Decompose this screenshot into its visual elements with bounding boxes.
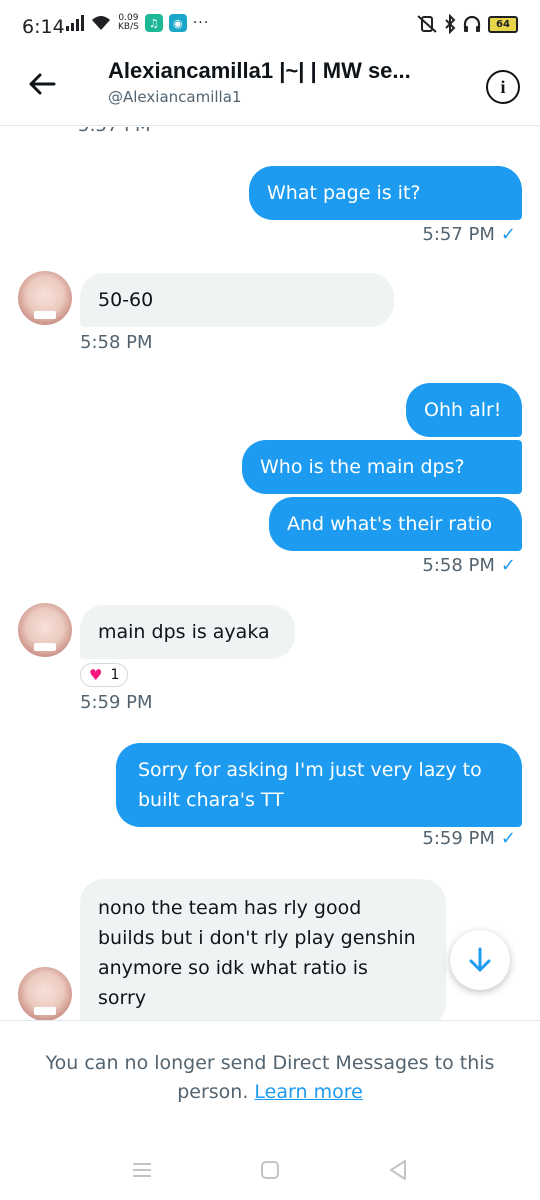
avatar[interactable] — [18, 603, 72, 657]
message-text: 50-60 — [98, 289, 154, 311]
system-navigation-bar — [0, 1140, 540, 1200]
home-icon[interactable] — [256, 1156, 284, 1184]
message-text: What page is it? — [267, 182, 421, 204]
arrow-down-icon — [469, 947, 491, 972]
sent-check-icon: ✓ — [500, 828, 516, 849]
message-text-line: nono the team has rly good — [98, 897, 362, 919]
info-icon[interactable]: i — [486, 70, 520, 104]
message-text-line: built chara's TT — [138, 789, 284, 811]
conversation-title[interactable]: Alexiancamilla1 |~| | MW se... — [108, 58, 411, 84]
app-notification-icon: ♫ — [144, 14, 163, 32]
outgoing-message[interactable]: Who is the main dps? — [242, 440, 522, 494]
outgoing-message[interactable]: And what's their ratio — [269, 497, 522, 551]
status-right-icons: 64 — [416, 14, 518, 34]
message-list[interactable]: 5:57 PM What page is it? 5:57 PM✓ 50-60 … — [0, 127, 540, 1020]
more-notifications-icon: ··· — [192, 15, 210, 31]
message-time: 5:59 PM ✓ — [422, 828, 516, 849]
incoming-message[interactable]: main dps is ayaka — [80, 605, 295, 659]
outgoing-message[interactable]: What page is it? — [249, 166, 522, 220]
conversation-header: Alexiancamilla1 |~| | MW se... @Alexianc… — [0, 52, 540, 126]
message-time: 5:59 PM — [80, 692, 153, 713]
back-arrow-icon[interactable] — [26, 68, 58, 100]
sent-check-icon: ✓ — [500, 224, 516, 245]
avatar[interactable] — [18, 967, 72, 1020]
learn-more-link[interactable]: Learn more — [254, 1081, 362, 1103]
reaction-badge[interactable]: ♥ 1 — [80, 663, 129, 687]
app-notification-icon-2: ◉ — [168, 14, 187, 32]
notice-line: You can no longer send Direct Messages t… — [45, 1052, 495, 1074]
vibrate-off-icon — [417, 15, 437, 33]
message-text-line: anymore so idk what ratio is — [98, 957, 368, 979]
message-text: main dps is ayaka — [98, 621, 270, 643]
back-icon[interactable] — [384, 1156, 412, 1184]
status-bar: 6:14 0.09 KB/S ♫ ◉ ··· 64 — [0, 0, 540, 52]
message-text: Who is the main dps? — [260, 456, 465, 478]
time-text: 5:57 PM — [422, 224, 495, 245]
message-time: 5:57 PM ✓ — [422, 224, 516, 245]
sent-check-icon: ✓ — [500, 555, 516, 576]
bluetooth-icon — [445, 14, 456, 34]
headphones-icon — [463, 15, 481, 32]
wifi-icon — [92, 16, 110, 30]
outgoing-message[interactable]: Sorry for asking I'm just very lazy to bu… — [116, 743, 522, 827]
signal-icon — [66, 15, 84, 31]
incoming-message[interactable]: nono the team has rly good builds but i d… — [80, 879, 446, 1020]
conversation-handle[interactable]: @Alexiancamilla1 — [108, 88, 241, 106]
speed-unit: KB/S — [118, 22, 139, 32]
reaction-count: 1 — [110, 667, 120, 683]
scroll-to-bottom-button[interactable] — [450, 930, 510, 990]
message-text-line: Sorry for asking I'm just very lazy to — [138, 759, 482, 781]
notice-line: person. — [177, 1081, 249, 1103]
message-time: 5:58 PM — [80, 332, 153, 353]
message-time-cut: 5:57 PM — [78, 127, 151, 136]
battery-icon: 64 — [488, 15, 518, 33]
message-text-line: builds but i don't rly play genshin — [98, 927, 416, 949]
menu-icon[interactable] — [128, 1156, 156, 1184]
heart-icon: ♥ — [89, 666, 103, 684]
message-text-line: sorry — [98, 987, 147, 1009]
notice-text: You can no longer send Direct Messages t… — [0, 1021, 540, 1107]
message-text: Ohh alr! — [424, 399, 502, 421]
message-time: 5:58 PM ✓ — [422, 555, 516, 576]
incoming-message[interactable]: 50-60 — [80, 273, 394, 327]
status-time: 6:14 — [22, 16, 65, 38]
status-left-icons: 0.09 KB/S ♫ ◉ ··· — [66, 14, 209, 32]
network-speed: 0.09 KB/S — [118, 14, 139, 32]
avatar[interactable] — [18, 271, 72, 325]
outgoing-message[interactable]: Ohh alr! — [406, 383, 522, 437]
time-text: 5:58 PM — [422, 555, 495, 576]
dm-disabled-notice: You can no longer send Direct Messages t… — [0, 1020, 540, 1140]
message-text: And what's their ratio — [287, 513, 493, 535]
time-text: 5:59 PM — [422, 828, 495, 849]
